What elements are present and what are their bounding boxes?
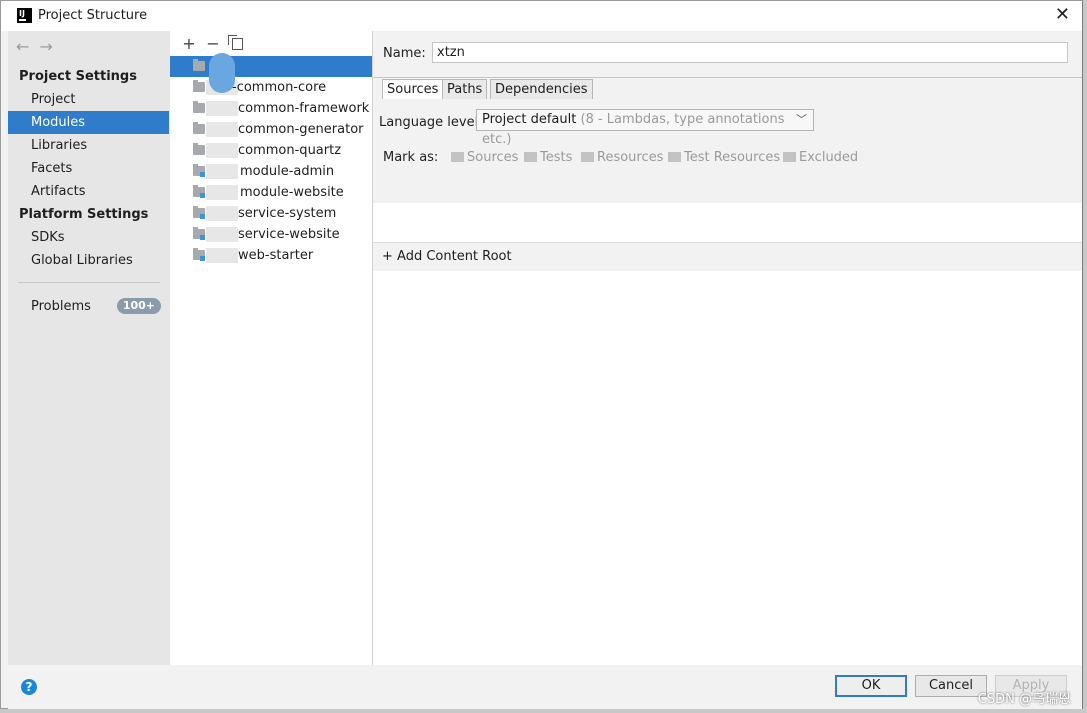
folder-icon: [193, 59, 205, 71]
dialog-button-bar: ? OK Cancel Apply: [8, 665, 1082, 709]
window-title: Project Structure: [38, 8, 148, 23]
folder-icon: [193, 122, 205, 134]
module-item[interactable]: common-quartz: [170, 140, 372, 161]
name-row: Name: xtzn: [373, 31, 1082, 77]
mark-resources-button[interactable]: Resources: [581, 150, 663, 165]
ok-button[interactable]: OK: [835, 675, 907, 697]
sidebar-divider: [18, 282, 160, 283]
redaction-blob: [209, 53, 235, 93]
module-item[interactable]: common-framework: [170, 98, 372, 119]
platform-settings-header: Platform Settings: [19, 207, 149, 222]
module-details-panel: Name: xtzn Sources Paths Dependencies La…: [373, 31, 1082, 665]
tab-dependencies[interactable]: Dependencies: [490, 79, 593, 99]
module-item[interactable]: web-starter: [170, 245, 372, 266]
module-label: web-starter: [238, 248, 314, 263]
module-name-input[interactable]: xtzn: [432, 42, 1068, 63]
folder-icon: [783, 152, 796, 162]
problems-label: Problems: [31, 299, 91, 314]
copy-icon: [227, 35, 243, 50]
language-level-value: Project default: [482, 112, 577, 127]
sidebar-item-facets[interactable]: Facets: [8, 157, 169, 180]
module-label: service-website: [238, 227, 340, 242]
mark-as-label: Mark as:: [383, 150, 439, 165]
mark-excluded-button[interactable]: Excluded: [783, 150, 858, 165]
add-content-root-button[interactable]: + Add Content Root: [382, 249, 512, 264]
folder-icon: [524, 152, 537, 162]
copy-module-button[interactable]: [225, 34, 249, 53]
sidebar-item-sdks[interactable]: SDKs: [8, 226, 169, 249]
module-label: module-admin: [240, 164, 335, 179]
language-level-label: Language level:: [379, 115, 483, 130]
tab-paths[interactable]: Paths: [442, 79, 488, 99]
module-item[interactable]: common-generator: [170, 119, 372, 140]
navigation-arrows: ←→: [16, 37, 63, 56]
module-item[interactable]: -common-core: [170, 77, 372, 98]
tab-sources[interactable]: Sources: [382, 79, 444, 99]
settings-sidebar: ←→ Project Settings Project Modules Libr…: [8, 31, 171, 665]
module-item[interactable]: service-website: [170, 224, 372, 245]
remove-module-button[interactable]: −: [201, 34, 225, 53]
add-content-root-bar: + Add Content Root: [373, 242, 1082, 271]
module-item-root[interactable]: [170, 56, 372, 77]
folder-icon: [193, 80, 205, 92]
project-structure-dialog: IJ Project Structure ✕ ←→ Project Settin…: [0, 0, 1083, 709]
problems-count-badge: 100+: [116, 298, 161, 314]
module-toolbar: + −: [177, 34, 249, 54]
module-tabs: Sources Paths Dependencies: [373, 77, 1082, 101]
module-label: common-quartz: [238, 143, 342, 158]
sidebar-item-modules[interactable]: Modules: [8, 111, 169, 134]
folder-icon: [193, 227, 205, 240]
module-item[interactable]: module-admin: [170, 161, 372, 182]
watermark: CSDN @乌瑞恩: [977, 692, 1071, 707]
sidebar-item-global-libraries[interactable]: Global Libraries: [8, 249, 169, 272]
module-item[interactable]: service-system: [170, 203, 372, 224]
help-icon[interactable]: ?: [21, 679, 37, 695]
cancel-button[interactable]: Cancel: [915, 675, 987, 697]
module-list-panel: + − -common-core common-framework common-…: [170, 31, 373, 665]
title-bar: IJ Project Structure ✕: [1, 1, 1082, 31]
folder-icon: [668, 152, 681, 162]
folder-icon: [451, 152, 464, 162]
chevron-down-icon: ﹀: [796, 113, 807, 126]
module-item[interactable]: module-website: [170, 182, 372, 203]
mark-tests-button[interactable]: Tests: [524, 150, 572, 165]
intellij-icon: IJ: [17, 8, 32, 23]
language-level-select[interactable]: Project default (8 - Lambdas, type annot…: [476, 109, 814, 147]
name-label: Name:: [383, 46, 426, 61]
folder-icon: [193, 248, 205, 261]
folder-icon: [193, 206, 205, 219]
module-label: common-framework: [238, 101, 370, 116]
back-arrow-icon[interactable]: ←: [16, 37, 39, 56]
module-label: -common-core: [232, 80, 327, 95]
folder-icon: [581, 152, 594, 162]
sidebar-item-problems[interactable]: Problems 100+: [8, 295, 169, 318]
module-label: service-system: [238, 206, 337, 221]
add-module-button[interactable]: +: [177, 34, 201, 53]
close-icon[interactable]: ✕: [1055, 5, 1070, 25]
folder-icon: [193, 164, 205, 177]
sidebar-item-project[interactable]: Project: [8, 88, 169, 111]
sidebar-item-libraries[interactable]: Libraries: [8, 134, 169, 157]
module-label: module-website: [240, 185, 344, 200]
sources-settings: Language level: Project default (8 - Lam…: [373, 100, 1082, 271]
project-settings-header: Project Settings: [19, 69, 137, 84]
mark-sources-button[interactable]: Sources: [451, 150, 518, 165]
folder-icon: [193, 143, 205, 155]
mark-test-resources-button[interactable]: Test Resources: [668, 150, 780, 165]
module-label: common-generator: [238, 122, 364, 137]
forward-arrow-icon[interactable]: →: [39, 37, 62, 56]
sidebar-item-artifacts[interactable]: Artifacts: [8, 180, 169, 203]
folder-icon: [193, 101, 205, 113]
folder-icon: [193, 185, 205, 198]
